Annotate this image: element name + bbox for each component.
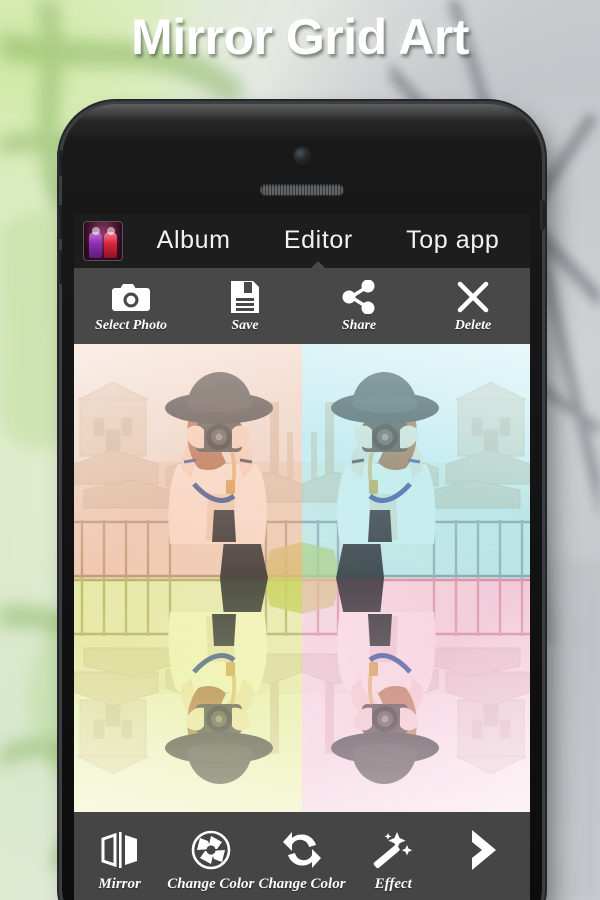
select-photo-button[interactable]: Select Photo — [74, 268, 188, 344]
volume-up-button[interactable] — [57, 205, 62, 239]
nav-item-top-app[interactable]: Top app — [402, 222, 503, 261]
close-x-icon — [456, 278, 490, 316]
power-button[interactable] — [540, 200, 545, 230]
mirror-button[interactable]: Mirror — [74, 828, 165, 893]
change-color-refresh-button[interactable]: Change Color — [256, 828, 347, 893]
front-camera-icon — [294, 148, 310, 163]
delete-button[interactable]: Delete — [416, 268, 530, 344]
effect-label: Effect — [374, 876, 412, 892]
save-label: Save — [231, 318, 259, 333]
mirror-flip-icon — [100, 828, 140, 872]
earpiece-speaker-icon — [260, 184, 344, 195]
photo-quadrant-bottom-left[interactable] — [74, 578, 302, 812]
phone-mockup: Album Editor Top app Select Photo Save S… — [62, 104, 542, 900]
volume-down-button[interactable] — [57, 250, 62, 284]
mute-switch-button[interactable] — [57, 150, 62, 176]
change-color-aperture-button[interactable]: Change Color — [165, 828, 256, 893]
aperture-icon — [191, 828, 231, 872]
editor-top-toolbar: Select Photo Save Share Delete — [74, 268, 530, 344]
nav-item-album-label: Album — [156, 225, 231, 254]
floppy-disk-icon — [229, 278, 261, 316]
phone-screen: Album Editor Top app Select Photo Save S… — [74, 214, 530, 900]
chevron-right-icon — [466, 828, 502, 872]
app-navbar: Album Editor Top app — [74, 214, 530, 269]
select-photo-label: Select Photo — [95, 318, 167, 333]
nav-item-top-app-label: Top app — [406, 225, 500, 254]
magic-wand-icon — [373, 828, 413, 872]
camera-icon — [110, 278, 152, 316]
effect-button[interactable]: Effect — [348, 828, 439, 893]
change-color-refresh-label: Change Color — [258, 876, 346, 892]
mirror-label: Mirror — [98, 876, 141, 892]
photo-quadrant-top-left[interactable] — [74, 344, 302, 578]
nav-item-editor[interactable]: Editor — [280, 222, 357, 269]
next-button[interactable] — [439, 828, 530, 876]
editor-bottom-toolbar: Mirror Change Color Change Color Effect — [74, 812, 530, 900]
save-button[interactable]: Save — [188, 268, 302, 344]
promo-screenshot: Mirror Grid Art Album Editor Top app Sel… — [0, 0, 600, 900]
photo-quadrant-top-right[interactable] — [302, 344, 530, 578]
photo-quadrant-bottom-right[interactable] — [302, 578, 530, 812]
nav-item-album[interactable]: Album — [153, 222, 235, 261]
share-button[interactable]: Share — [302, 268, 416, 344]
refresh-sync-icon — [282, 828, 322, 872]
nav-item-editor-label: Editor — [283, 225, 353, 254]
share-nodes-icon — [342, 278, 376, 316]
delete-label: Delete — [454, 318, 492, 333]
app-thumbnail-icon[interactable] — [84, 222, 122, 260]
promo-title: Mirror Grid Art — [131, 9, 469, 65]
share-label: Share — [341, 318, 377, 333]
change-color-aperture-label: Change Color — [167, 876, 255, 892]
photo-canvas[interactable] — [74, 344, 530, 812]
